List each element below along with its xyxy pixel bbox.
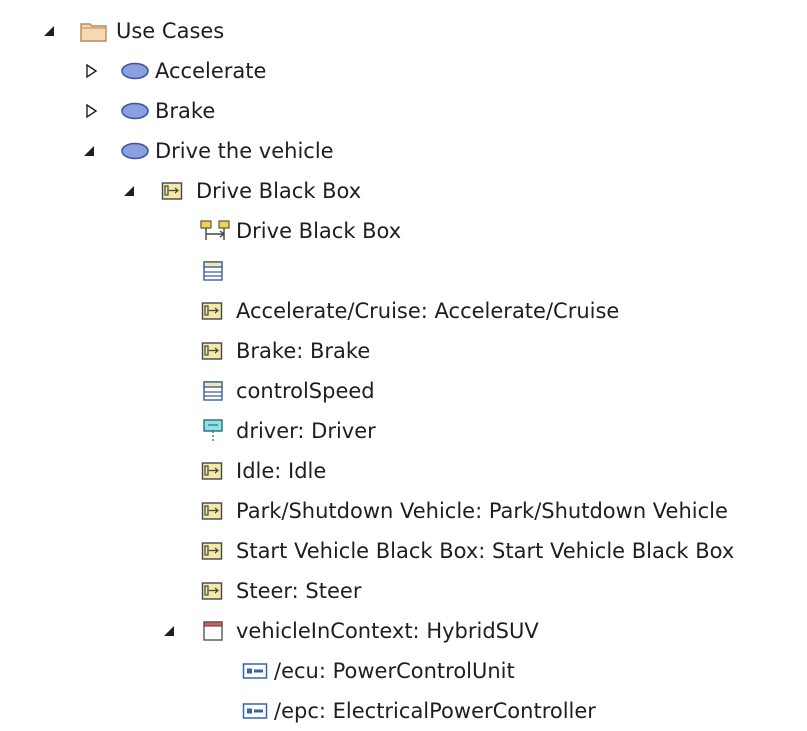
expand-triangle-icon[interactable] [81,61,101,81]
collapse-triangle-icon[interactable] [39,21,59,41]
tree-node-brake-action[interactable]: Brake: Brake [0,331,807,371]
tree-node-start-vehicle-black-box[interactable]: Start Vehicle Black Box: Start Vehicle B… [0,531,807,571]
project-browser-tree: Use Cases Accelerate Brake Drive the veh… [0,0,807,730]
node-label: Accelerate [155,59,267,83]
tree-node-vehicle-in-context[interactable]: vehicleInContext: HybridSUV [0,611,807,651]
tree-node-driver[interactable]: driver: Driver [0,411,807,451]
tree-node-park-shutdown-vehicle[interactable]: Park/Shutdown Vehicle: Park/Shutdown Veh… [0,491,807,531]
node-label: controlSpeed [236,379,375,403]
node-label: Drive Black Box [196,179,362,203]
node-label: driver: Driver [236,419,376,443]
tree-node-drive-black-box-diagram[interactable]: Drive Black Box [0,211,807,251]
node-label: Use Cases [116,19,225,43]
node-label: Idle: Idle [236,459,327,483]
node-label: /ecu: PowerControlUnit [274,659,515,683]
tree-node-brake[interactable]: Brake [0,91,807,131]
tree-node-accelerate[interactable]: Accelerate [0,51,807,91]
tree-node-drive-black-box[interactable]: Drive Black Box [0,171,807,211]
collapse-triangle-icon[interactable] [119,181,139,201]
action-icon [201,341,223,361]
node-label: Brake [155,99,216,123]
use-case-icon [120,101,150,121]
activity-icon [161,181,183,201]
folder-icon [80,21,108,42]
action-icon [201,461,223,481]
part-icon [242,701,268,721]
instance-icon [202,621,224,641]
tree-node-idle[interactable]: Idle: Idle [0,451,807,491]
node-label: Brake: Brake [236,339,371,363]
action-icon [201,501,223,521]
partition-icon [202,381,224,401]
tree-node-use-cases[interactable]: Use Cases [0,11,807,51]
use-case-icon [120,61,150,81]
action-icon [201,581,223,601]
node-label: Drive Black Box [236,219,402,243]
tree-node-epc[interactable]: /epc: ElectricalPowerController [0,691,807,731]
tree-node-control-speed[interactable]: controlSpeed [0,371,807,411]
tree-node-ecu[interactable]: /ecu: PowerControlUnit [0,651,807,691]
use-case-icon [120,141,150,161]
node-label: Accelerate/Cruise: Accelerate/Cruise [236,299,620,323]
node-label: /epc: ElectricalPowerController [274,699,596,723]
action-icon [201,301,223,321]
lifeline-icon [202,419,224,442]
expand-triangle-icon[interactable] [81,101,101,121]
tree-node-unnamed-partition[interactable] [0,251,807,291]
node-label: Drive the vehicle [155,139,334,163]
tree-node-accelerate-cruise[interactable]: Accelerate/Cruise: Accelerate/Cruise [0,291,807,331]
part-icon [242,661,268,681]
tree-node-steer[interactable]: Steer: Steer [0,571,807,611]
node-label: Steer: Steer [236,579,362,603]
partition-icon [202,261,224,281]
action-icon [201,541,223,561]
tree-node-drive-the-vehicle[interactable]: Drive the vehicle [0,131,807,171]
node-label: Park/Shutdown Vehicle: Park/Shutdown Veh… [236,499,728,523]
node-label: vehicleInContext: HybridSUV [236,619,539,643]
node-label: Start Vehicle Black Box: Start Vehicle B… [236,539,735,563]
collapse-triangle-icon[interactable] [159,621,179,641]
diagram-icon [200,220,230,241]
collapse-triangle-icon[interactable] [79,141,99,161]
